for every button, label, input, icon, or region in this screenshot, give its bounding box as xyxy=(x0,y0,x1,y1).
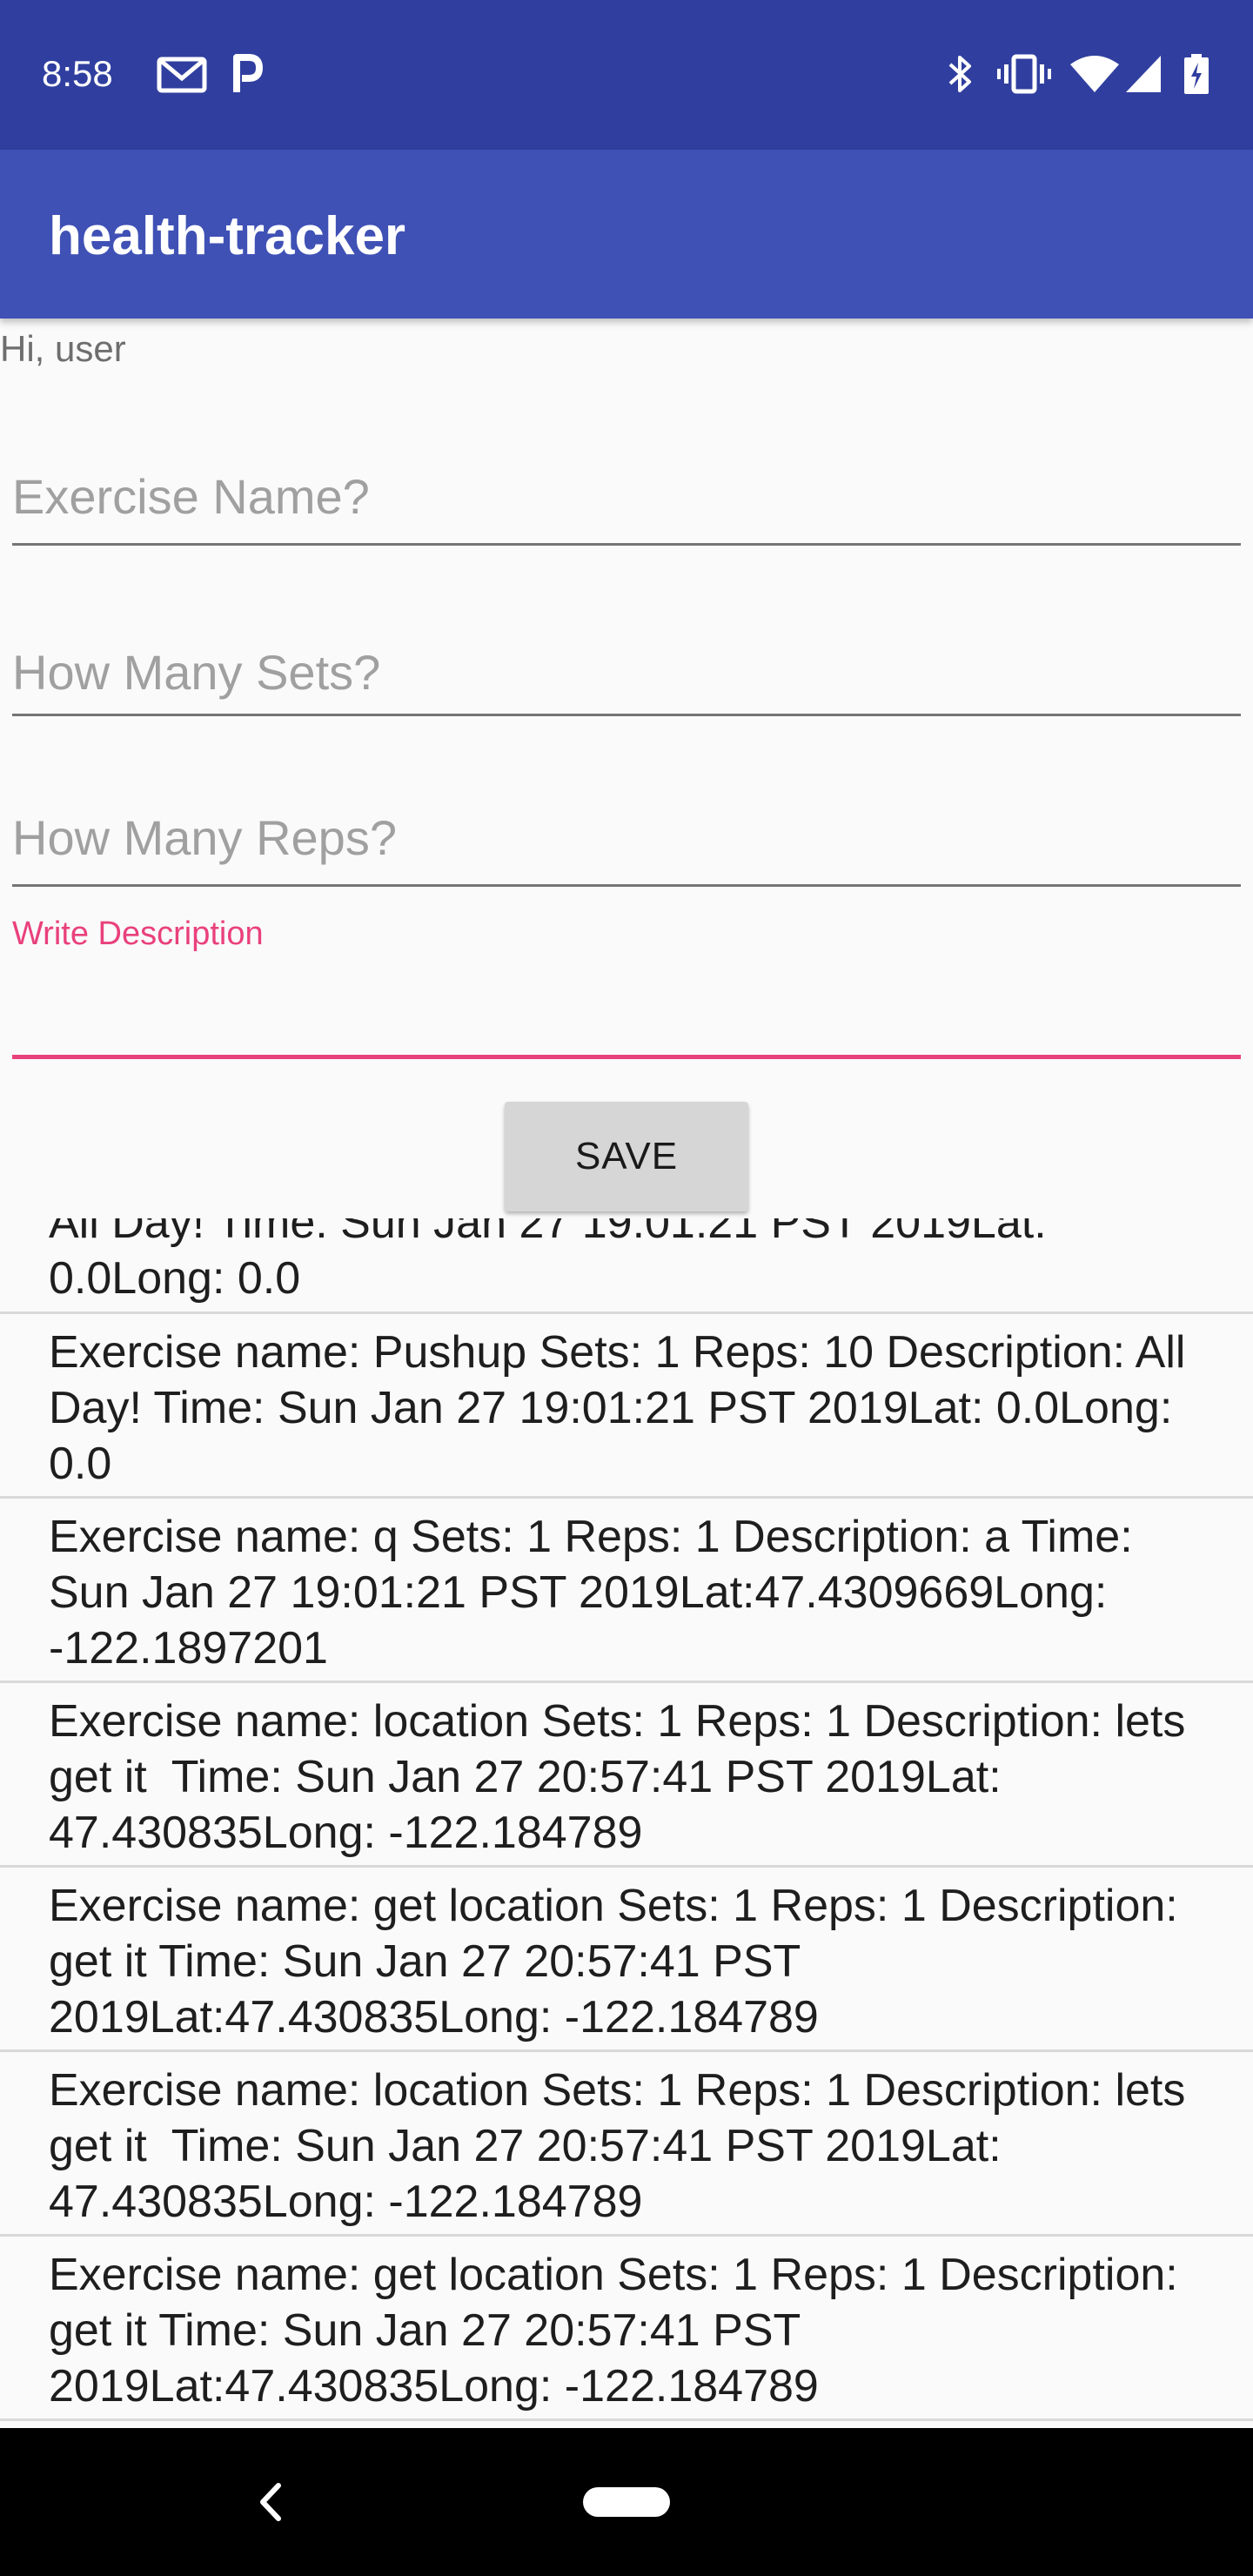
reps-underline xyxy=(12,884,1241,887)
wifi-icon xyxy=(1070,56,1119,92)
greeting-text: Hi, user xyxy=(0,328,126,369)
exercise-list-content: All Day! Time: Sun Jan 27 19:01:21 PST 2… xyxy=(0,1218,1253,2421)
sets-input[interactable] xyxy=(12,635,1241,708)
list-item-text: All Day! Time: Sun Jan 27 19:01:21 PST 2… xyxy=(49,1218,1047,1304)
status-time: 8:58 xyxy=(42,53,113,94)
list-item[interactable]: Exercise name: get location Sets: 1 Reps… xyxy=(0,1868,1253,2052)
description-underline xyxy=(12,1055,1241,1059)
reps-input[interactable] xyxy=(12,801,1241,874)
status-bar: 8:58 xyxy=(0,0,1253,150)
list-item[interactable]: Exercise name: q Sets: 1 Reps: 1 Descrip… xyxy=(0,1499,1253,1683)
battery-icon xyxy=(1184,54,1209,94)
back-icon[interactable] xyxy=(252,2480,287,2524)
navigation-bar xyxy=(0,2428,1253,2576)
exercise-list[interactable]: All Day! Time: Sun Jan 27 19:01:21 PST 2… xyxy=(0,1218,1253,2428)
signal-icon xyxy=(1126,56,1161,92)
sets-underline xyxy=(12,714,1241,716)
home-pill-icon[interactable] xyxy=(583,2487,670,2517)
gmail-icon xyxy=(157,57,207,93)
exercise-name-input[interactable] xyxy=(12,460,1241,533)
list-item[interactable]: Exercise name: get location Sets: 1 Reps… xyxy=(0,2237,1253,2421)
app-bar: health-tracker xyxy=(0,150,1253,319)
list-item[interactable]: All Day! Time: Sun Jan 27 19:01:21 PST 2… xyxy=(0,1218,1253,1314)
list-item[interactable]: Exercise name: location Sets: 1 Reps: 1 … xyxy=(0,2052,1253,2237)
exercise-name-underline xyxy=(12,543,1241,546)
app-screen: 8:58 health-tracker Hi, user Exercise Na… xyxy=(0,0,1253,2576)
list-item[interactable]: Exercise name: Pushup Sets: 1 Reps: 10 D… xyxy=(0,1314,1253,1499)
parking-icon xyxy=(233,54,263,92)
vibrate-icon xyxy=(997,54,1051,94)
app-title: health-tracker xyxy=(49,206,406,266)
description-input[interactable] xyxy=(12,973,1241,1046)
list-item[interactable]: Exercise name: location Sets: 1 Reps: 1 … xyxy=(0,1683,1253,1868)
bluetooth-icon xyxy=(948,56,971,92)
description-label: Write Description xyxy=(12,916,264,952)
save-button[interactable]: SAVE xyxy=(505,1102,748,1211)
